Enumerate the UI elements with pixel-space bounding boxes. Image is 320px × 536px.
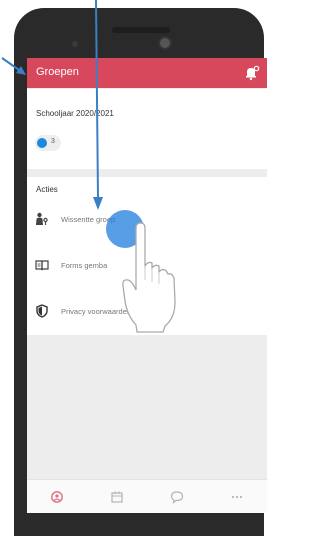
proximity-sensor xyxy=(72,41,78,47)
person-key-icon xyxy=(36,212,48,225)
actions-title: Acties xyxy=(36,185,58,194)
group-count: 3 xyxy=(51,138,55,145)
earpiece xyxy=(112,27,170,33)
app-bar-title: Groepen xyxy=(36,66,79,78)
bottom-navigation xyxy=(27,479,267,513)
calendar-icon xyxy=(111,491,123,503)
group-chip[interactable]: 3 xyxy=(35,135,61,151)
groups-icon xyxy=(51,491,63,503)
chat-icon xyxy=(170,491,184,504)
nav-tab-chat[interactable] xyxy=(147,480,207,513)
action-label: Forms gemba xyxy=(61,261,108,270)
pointing-hand-icon xyxy=(122,222,176,333)
groups-card: Schooljaar 2020/2021 3 xyxy=(27,89,267,169)
nav-tab-calendar[interactable] xyxy=(87,480,147,513)
bell-badge-icon[interactable] xyxy=(244,65,260,81)
nav-tab-more[interactable] xyxy=(207,480,267,513)
front-camera xyxy=(158,36,172,50)
nav-tab-groups[interactable] xyxy=(27,480,87,513)
group-color-dot xyxy=(37,138,47,148)
book-icon xyxy=(35,260,49,271)
action-label: Privacy voorwaarden xyxy=(61,307,132,316)
app-bar: Groepen xyxy=(27,58,267,88)
shield-icon xyxy=(36,304,48,318)
more-icon xyxy=(231,495,243,499)
school-year-label: Schooljaar 2020/2021 xyxy=(36,109,114,118)
